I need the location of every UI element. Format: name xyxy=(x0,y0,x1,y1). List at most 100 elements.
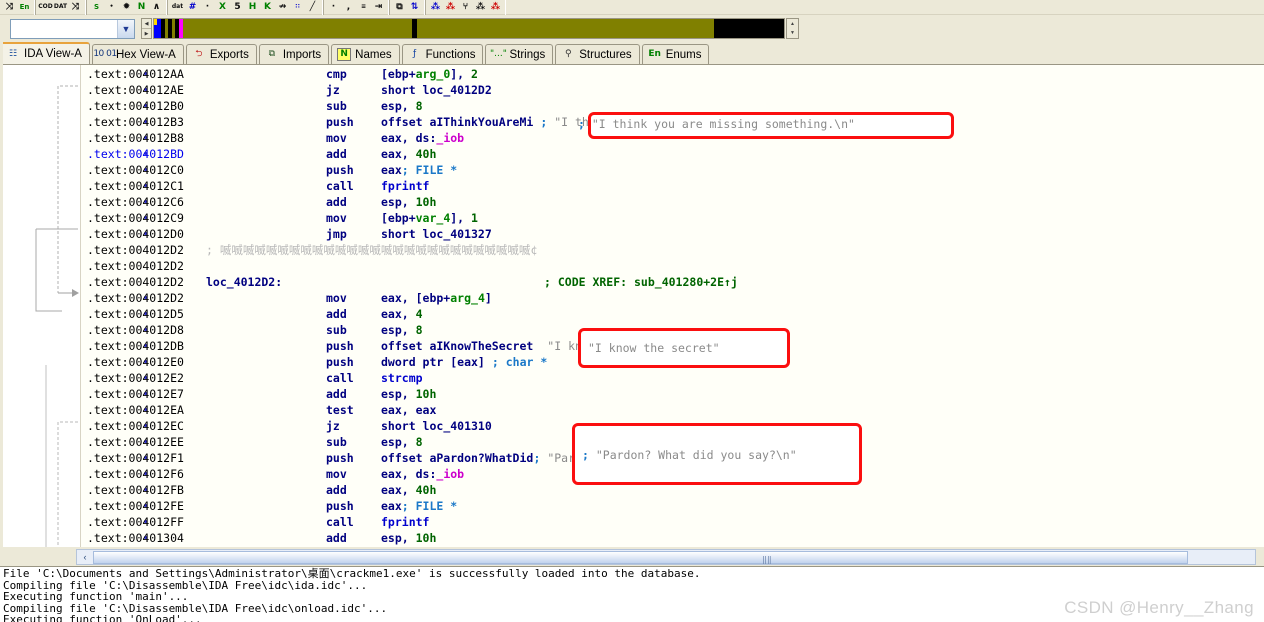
disasm-line[interactable]: .text:004012EA test eax, eax xyxy=(81,402,1264,418)
operand-lbl[interactable]: loc_401327 xyxy=(423,227,492,241)
undefine-icon[interactable]: ⤨ xyxy=(68,0,83,14)
disasm-line[interactable]: .text:004012D2 ; 喴喴喴喴喴喴喴喴喴喴喴喴喴喴喴喴喴喴喴喴喴喴喴喴… xyxy=(81,242,1264,258)
disasm-line[interactable]: .text:004012B0 sub esp, 8 xyxy=(81,98,1264,114)
disasm-line[interactable]: .text:004012EC jz short loc_401310 xyxy=(81,418,1264,434)
align-icon[interactable]: ≡ xyxy=(356,0,371,14)
flowchart-icon[interactable]: ⧉ xyxy=(392,0,407,14)
octal-icon[interactable]: 5 xyxy=(230,0,245,14)
tab-hex-view-a[interactable]: 10 01 Hex View-A xyxy=(91,44,184,64)
proximity-icon[interactable]: ⁂ xyxy=(473,0,488,14)
jump-icon[interactable]: ⤨ xyxy=(2,0,17,14)
disasm-line[interactable]: .text:004012C6 add esp, 10h xyxy=(81,194,1264,210)
indent-icon[interactable]: ⇥ xyxy=(371,0,386,14)
operand-fn[interactable]: fprintf xyxy=(381,179,429,193)
segment-icon[interactable]: ∷ xyxy=(290,0,305,14)
disasm-line[interactable]: .text:004012C9 mov [ebp+var_4], 1 xyxy=(81,210,1264,226)
instruction-operands: esp, 8 xyxy=(381,322,423,338)
callers-icon[interactable]: ⁂ xyxy=(443,0,458,14)
disasm-line[interactable]: .text:004012AE jz short loc_4012D2 xyxy=(81,82,1264,98)
callgraph-icon[interactable]: ⁂ xyxy=(488,0,503,14)
scroll-left-icon[interactable]: ‹ xyxy=(77,550,93,564)
disasm-line[interactable]: .text:004012F6 mov eax, ds:_iob xyxy=(81,466,1264,482)
navband-scroll-down-icon[interactable]: ▼ xyxy=(787,29,798,39)
name-icon[interactable]: N xyxy=(134,0,149,14)
string-icon[interactable]: S xyxy=(89,0,104,14)
zoom-out-icon[interactable]: ▶ xyxy=(142,29,151,38)
boxed-string-comment: ; "I think you are missing something.\n" xyxy=(578,117,855,131)
offset-icon[interactable]: ↛ xyxy=(275,0,290,14)
navband-segment-instruction[interactable] xyxy=(417,19,714,38)
disasm-line[interactable]: .text:004012AA cmp [ebp+arg_0], 2 xyxy=(81,66,1264,82)
disasm-line[interactable]: .text:004012D2 xyxy=(81,258,1264,274)
jump-address-combobox[interactable]: ▼ xyxy=(10,18,135,39)
struct-icon[interactable]: ✹ xyxy=(119,0,134,14)
data-icon[interactable]: DAT xyxy=(53,0,68,14)
disasm-line[interactable]: .text:004012D2 mov eax, [ebp+arg_4] xyxy=(81,290,1264,306)
sortarrows-icon[interactable]: ⇅ xyxy=(407,0,422,14)
chevron-down-icon[interactable]: ▼ xyxy=(117,19,134,38)
disasm-line[interactable]: .text:004012C0 push eax; FILE * xyxy=(81,162,1264,178)
tab-strings[interactable]: "..." Strings xyxy=(485,44,554,64)
instruction-mnemonic: add xyxy=(326,387,347,401)
navband-segment-unexplored[interactable] xyxy=(714,19,784,38)
zoom-in-icon[interactable]: ◀ xyxy=(142,19,151,29)
instruction-operands: offset aIThinkYouAreMi xyxy=(381,114,540,130)
tab-names[interactable]: N Names xyxy=(331,44,400,64)
xrefs-icon[interactable]: ⁂ xyxy=(428,0,443,14)
disasm-line[interactable]: .text:004012D5 add eax, 4 xyxy=(81,306,1264,322)
comment-icon[interactable]: ╱ xyxy=(305,0,320,14)
structures-icon: ⚲ xyxy=(564,49,572,59)
disasm-line[interactable]: .text:004012B8 mov eax, ds:_iob xyxy=(81,130,1264,146)
disassembly-lines[interactable]: .text:004012AA cmp [ebp+arg_0], 2 .text:004… xyxy=(80,65,1264,547)
disasm-line[interactable]: .text:004012C1 call fprintf xyxy=(81,178,1264,194)
dot-icon[interactable]: · xyxy=(200,0,215,14)
line-address: .text:004012FE xyxy=(87,499,184,513)
navigation-band[interactable] xyxy=(153,18,785,39)
disasm-line[interactable]: .text:004012FE push eax; FILE * xyxy=(81,498,1264,514)
disasm-line[interactable]: .text:004012E2 call strcmp xyxy=(81,370,1264,386)
operand-fn[interactable]: strcmp xyxy=(381,371,423,385)
bullet-icon[interactable]: · xyxy=(326,0,341,14)
code-icon[interactable]: COD xyxy=(38,0,53,14)
tab-exports[interactable]: ⮌ Exports xyxy=(185,44,257,64)
output-window[interactable]: File 'C:\Documents and Settings\Administ… xyxy=(0,566,1264,622)
tab-label: Imports xyxy=(282,48,322,61)
operand-lbl[interactable]: loc_401310 xyxy=(423,419,492,433)
tab-structures[interactable]: ⚲ Structures xyxy=(555,44,640,64)
instruction-operands: strcmp xyxy=(381,370,423,386)
tab-ida-view-a[interactable]: ☷ IDA View-A xyxy=(0,42,90,64)
disassembly-view[interactable]: .text:004012AA cmp [ebp+arg_0], 2 .text:004… xyxy=(0,65,1264,547)
hash-icon[interactable]: # xyxy=(185,0,200,14)
char-icon[interactable]: K xyxy=(260,0,275,14)
array-icon[interactable]: • xyxy=(104,0,119,14)
disasm-line[interactable]: .text:004012E7 add esp, 10h xyxy=(81,386,1264,402)
scrollbar-thumb[interactable]: ‖‖ xyxy=(93,550,1188,564)
function-icon[interactable]: ∧ xyxy=(149,0,164,14)
disasm-line[interactable]: .text:00401304 add esp, 10h xyxy=(81,530,1264,546)
navband-scroll-up-icon[interactable]: ▲ xyxy=(787,19,798,29)
line-address: .text:004012EA xyxy=(87,403,184,417)
tab-functions[interactable]: ƒ Functions xyxy=(401,44,484,64)
operand-lbl[interactable]: loc_4012D2 xyxy=(423,83,492,97)
comma-icon[interactable]: , xyxy=(341,0,356,14)
navband-segment-library-function[interactable] xyxy=(183,19,412,38)
disassembly-horizontal-scrollbar[interactable]: ‹ ‖‖ xyxy=(76,549,1256,565)
disasm-line[interactable]: .text:004012D2 loc_4012D2: ; CODE XREF: su… xyxy=(81,274,1264,290)
encoding-icon[interactable]: En xyxy=(17,0,32,14)
disasm-line[interactable]: .text:004012D8 sub esp, 8 xyxy=(81,322,1264,338)
disasm-line[interactable]: .text:004012E0 push dword ptr [eax] ; char… xyxy=(81,354,1264,370)
funcs-icon[interactable]: ⑂ xyxy=(458,0,473,14)
data-format-icon[interactable]: dat xyxy=(170,0,185,14)
hex-icon[interactable]: X xyxy=(215,0,230,14)
number-icon[interactable]: H xyxy=(245,0,260,14)
operand-fn[interactable]: fprintf xyxy=(381,515,429,529)
navband-scroll-buttons[interactable]: ▲ ▼ xyxy=(786,18,799,39)
tab-imports[interactable]: ⧉ Imports xyxy=(258,44,330,64)
disasm-line[interactable]: .text:004012BD add eax, 40h xyxy=(81,146,1264,162)
disasm-line[interactable]: .text:004012FB add eax, 40h xyxy=(81,482,1264,498)
tab-enums[interactable]: En Enums xyxy=(641,44,710,64)
navband-zoom-spinner[interactable]: ◀ ▶ xyxy=(141,18,152,39)
disasm-line[interactable]: .text:004012D0 jmp short loc_401327 xyxy=(81,226,1264,242)
disasm-line[interactable]: .text:004012FF call fprintf xyxy=(81,514,1264,530)
code-label[interactable]: loc_4012D2: xyxy=(206,274,282,290)
